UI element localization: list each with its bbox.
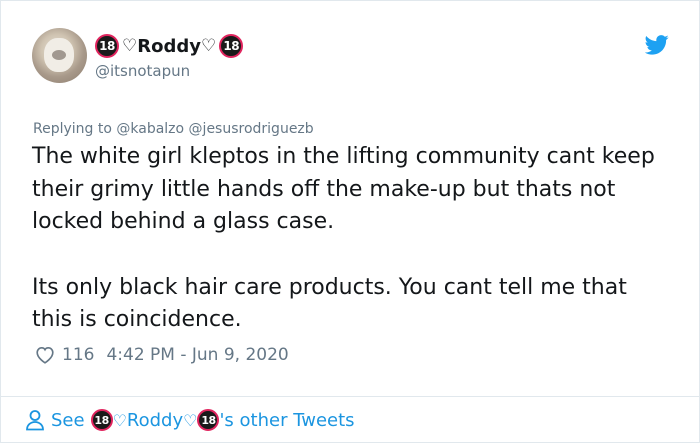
age-badge-icon: 18 <box>90 409 113 431</box>
reply-mentions[interactable]: @kabalzo @jesusrodriguezb <box>116 121 313 137</box>
footer-see-text: See <box>51 409 85 431</box>
heart-glyph: ♡ <box>183 410 198 430</box>
display-name[interactable]: ♡ Roddy ♡ <box>122 36 216 57</box>
age-badge-icon: 18 <box>219 34 244 58</box>
tweet-meta: 116 4:42 PM - Jun 9, 2020 <box>34 344 289 366</box>
twitter-bird-icon[interactable] <box>645 35 669 55</box>
user-handle[interactable]: @itsnotapun <box>95 62 190 80</box>
see-other-tweets-link[interactable]: See 18 ♡ Roddy ♡ 18 's other Tweets <box>25 406 355 434</box>
avatar[interactable] <box>32 28 87 83</box>
display-name-row[interactable]: 18 ♡ Roddy ♡ 18 <box>95 33 244 59</box>
footer-suffix-text: 's other Tweets <box>219 409 355 431</box>
like-count[interactable]: 116 <box>62 345 94 365</box>
tweet-paragraph: Its only black hair care products. You c… <box>32 274 627 333</box>
heart-glyph: ♡ <box>112 410 127 430</box>
tweet-card: 18 ♡ Roddy ♡ 18 @itsnotapun Replying to … <box>0 0 700 443</box>
divider <box>1 396 700 397</box>
age-badge-icon: 18 <box>197 409 220 431</box>
heart-icon[interactable] <box>34 344 56 366</box>
display-name-text: Roddy <box>137 35 201 57</box>
replying-to-label: Replying to <box>33 121 112 137</box>
tweet-text: The white girl kleptos in the lifting co… <box>32 141 672 337</box>
age-badge-icon: 18 <box>95 34 119 58</box>
replying-to: Replying to @kabalzo @jesusrodriguezb <box>33 121 314 137</box>
heart-glyph: ♡ <box>122 36 138 56</box>
avatar-face <box>52 50 66 60</box>
footer-name: Roddy <box>126 409 184 431</box>
person-icon <box>26 410 44 431</box>
heart-glyph: ♡ <box>200 36 217 56</box>
tweet-paragraph: The white girl kleptos in the lifting co… <box>32 144 655 234</box>
tweet-timestamp[interactable]: 4:42 PM - Jun 9, 2020 <box>106 345 288 365</box>
